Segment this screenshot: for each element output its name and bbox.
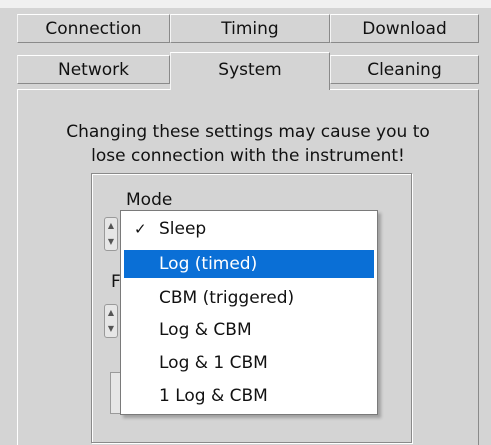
spinner-down-icon[interactable]: ▼ <box>105 234 117 250</box>
tab-connection[interactable]: Connection <box>17 14 170 43</box>
tab-network[interactable]: Network <box>17 55 170 84</box>
window-top-strip <box>0 0 491 8</box>
menu-item-log-timed[interactable]: Log (timed) <box>124 250 374 278</box>
second-field-spinner[interactable]: ▲ ▼ <box>104 304 118 338</box>
menu-item-label: 1 Log & CBM <box>159 386 268 406</box>
spinner-up-icon[interactable]: ▲ <box>105 305 117 321</box>
check-icon: ✓ <box>134 220 147 238</box>
mode-dropdown-menu[interactable]: ✓ Sleep Log (timed) CBM (triggered) Log … <box>120 210 378 415</box>
menu-item-cbm-triggered[interactable]: CBM (triggered) <box>124 284 374 312</box>
spinner-down-icon[interactable]: ▼ <box>105 321 117 337</box>
menu-item-log-and-cbm[interactable]: Log & CBM <box>124 316 374 344</box>
system-settings-panel: Connection Timing Download Network Syste… <box>0 0 491 445</box>
warning-line-1: Changing these settings may cause you to <box>66 122 430 142</box>
warning-line-2: lose connection with the instrument! <box>91 146 405 166</box>
menu-item-sleep[interactable]: ✓ Sleep <box>124 215 374 243</box>
menu-item-label: Log (timed) <box>159 254 258 274</box>
menu-item-label: CBM (triggered) <box>159 288 295 308</box>
menu-item-label: Log & 1 CBM <box>159 353 268 373</box>
warning-message: Changing these settings may cause you to… <box>38 120 458 168</box>
tab-system[interactable]: System <box>170 52 330 90</box>
tab-timing[interactable]: Timing <box>170 14 330 43</box>
mode-label: Mode <box>126 190 173 210</box>
tab-download[interactable]: Download <box>330 14 479 43</box>
menu-item-1-log-and-cbm[interactable]: 1 Log & CBM <box>124 382 374 410</box>
menu-item-label: Sleep <box>159 219 207 239</box>
tab-cleaning[interactable]: Cleaning <box>330 55 479 84</box>
menu-item-log-and-1-cbm[interactable]: Log & 1 CBM <box>124 349 374 377</box>
spinner-up-icon[interactable]: ▲ <box>105 218 117 234</box>
mode-spinner[interactable]: ▲ ▼ <box>104 217 118 251</box>
menu-item-label: Log & CBM <box>159 320 252 340</box>
